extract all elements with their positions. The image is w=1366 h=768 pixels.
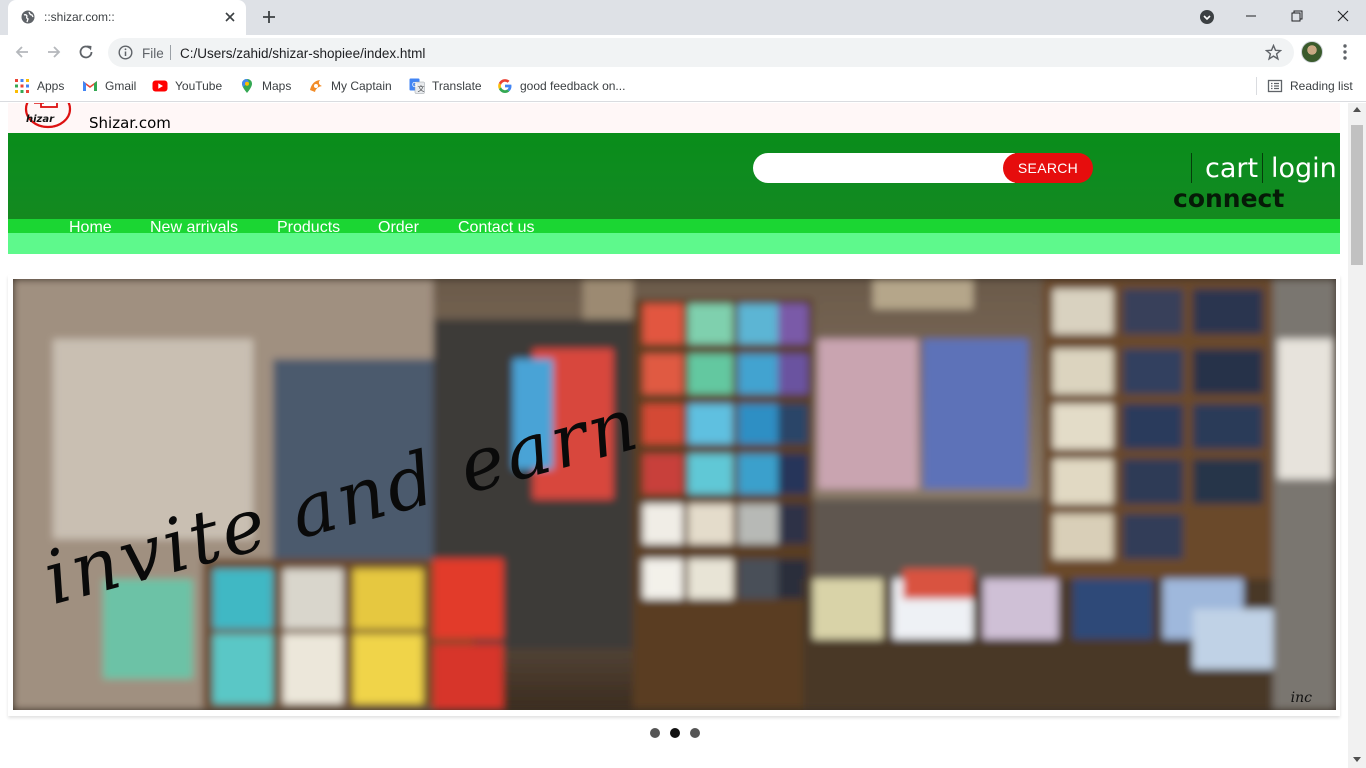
bookmark-star-icon[interactable]	[1265, 44, 1282, 61]
url-separator	[170, 45, 171, 60]
bookmark-maps[interactable]: Maps	[239, 77, 291, 95]
header-divider	[1262, 153, 1263, 183]
youtube-icon	[152, 80, 168, 92]
more-menu-icon[interactable]	[1338, 43, 1352, 61]
bookmark-translate[interactable]: G文 Translate	[409, 77, 482, 95]
gmail-icon	[83, 81, 97, 91]
new-tab-icon[interactable]	[260, 8, 278, 26]
carousel-dot-3[interactable]	[690, 728, 700, 738]
tab-strip: ::shizar.com::	[0, 0, 1366, 35]
carousel-indicators	[0, 728, 1348, 742]
minimize-button[interactable]	[1228, 0, 1274, 32]
bookmark-label: Gmail	[105, 79, 137, 93]
bookmarks-divider	[1256, 77, 1257, 95]
nav-home[interactable]: Home	[69, 219, 112, 237]
address-bar[interactable]: File C:/Users/zahid/shizar-shopiee/index…	[108, 38, 1294, 67]
bookmarks-bar: Apps Gmail YouTube Maps My Captain G文 Tr…	[0, 70, 1366, 102]
reading-list-icon	[1267, 79, 1283, 93]
scroll-up-arrow-icon[interactable]	[1353, 107, 1361, 112]
info-icon[interactable]	[118, 45, 133, 60]
svg-text:文: 文	[418, 84, 425, 93]
profile-avatar[interactable]	[1301, 41, 1323, 63]
site-name[interactable]: Shizar.com	[89, 114, 171, 132]
connect-link[interactable]: connect	[1173, 184, 1284, 213]
bookmark-gmail[interactable]: Gmail	[82, 77, 136, 95]
nav-products[interactable]: Products	[277, 219, 340, 237]
browser-tab[interactable]: ::shizar.com::	[8, 0, 246, 35]
close-tab-icon[interactable]	[222, 9, 238, 25]
site-header: SEARCH cart login connect	[8, 133, 1340, 219]
tab-title: ::shizar.com::	[44, 10, 115, 24]
url-scheme-label: File	[142, 46, 164, 61]
reload-icon[interactable]	[77, 43, 95, 61]
reading-list-button[interactable]: Reading list	[1267, 77, 1353, 95]
nav-contact-us[interactable]: Contact us	[458, 219, 534, 237]
bookmark-label: Apps	[37, 79, 65, 93]
login-link[interactable]: login	[1271, 153, 1337, 184]
carousel-slide-image[interactable]: invite and earn inc	[13, 279, 1336, 710]
google-icon	[498, 79, 512, 93]
banner-signature: inc	[1290, 690, 1312, 706]
scroll-down-arrow-icon[interactable]	[1353, 757, 1361, 762]
bookmark-label: YouTube	[175, 79, 223, 93]
tab-search-icon[interactable]	[1199, 9, 1215, 25]
bookmark-apps[interactable]: Apps	[14, 77, 64, 95]
restore-button[interactable]	[1274, 0, 1320, 32]
nav-order[interactable]: Order	[378, 219, 419, 237]
globe-icon	[21, 10, 35, 24]
back-icon[interactable]	[13, 43, 31, 61]
browser-toolbar: File C:/Users/zahid/shizar-shopiee/index…	[0, 35, 1366, 70]
bookmark-label: My Captain	[331, 79, 392, 93]
bookmark-label: good feedback on...	[520, 79, 626, 93]
search-button[interactable]: SEARCH	[1003, 153, 1093, 183]
bookmark-label: Maps	[262, 79, 292, 93]
carousel-dot-1[interactable]	[650, 728, 660, 738]
page-viewport: hizar Shizar.com SEARCH cart login conne…	[0, 103, 1348, 768]
logo-text: hizar	[26, 114, 55, 125]
maps-icon	[242, 79, 252, 93]
site-top-bar: hizar Shizar.com	[8, 103, 1340, 133]
nav-new-arrivals[interactable]: New arrivals	[150, 219, 238, 237]
page-scrollbar[interactable]	[1348, 103, 1366, 768]
bookmark-label: Translate	[432, 79, 482, 93]
close-icon	[1337, 10, 1349, 22]
header-divider	[1191, 153, 1192, 183]
apps-grid-icon	[15, 79, 29, 93]
reading-list-label: Reading list	[1290, 79, 1353, 93]
url-text[interactable]: C:/Users/zahid/shizar-shopiee/index.html	[180, 46, 425, 61]
carousel: invite and earn inc	[8, 275, 1340, 716]
bookmark-feedback[interactable]: good feedback on...	[497, 77, 625, 95]
bookmark-mycaptain[interactable]: My Captain	[308, 77, 392, 95]
cart-link[interactable]: cart	[1205, 153, 1258, 184]
bookmark-youtube[interactable]: YouTube	[152, 77, 222, 95]
close-window-button[interactable]	[1320, 0, 1366, 32]
minimize-icon	[1246, 15, 1256, 17]
mycaptain-icon	[310, 80, 322, 92]
carousel-dot-2[interactable]	[670, 728, 680, 738]
restore-icon	[1291, 10, 1303, 22]
translate-icon: G文	[409, 78, 425, 94]
scroll-thumb[interactable]	[1351, 125, 1363, 265]
search-input[interactable]	[753, 153, 1015, 183]
forward-icon[interactable]	[45, 43, 63, 61]
